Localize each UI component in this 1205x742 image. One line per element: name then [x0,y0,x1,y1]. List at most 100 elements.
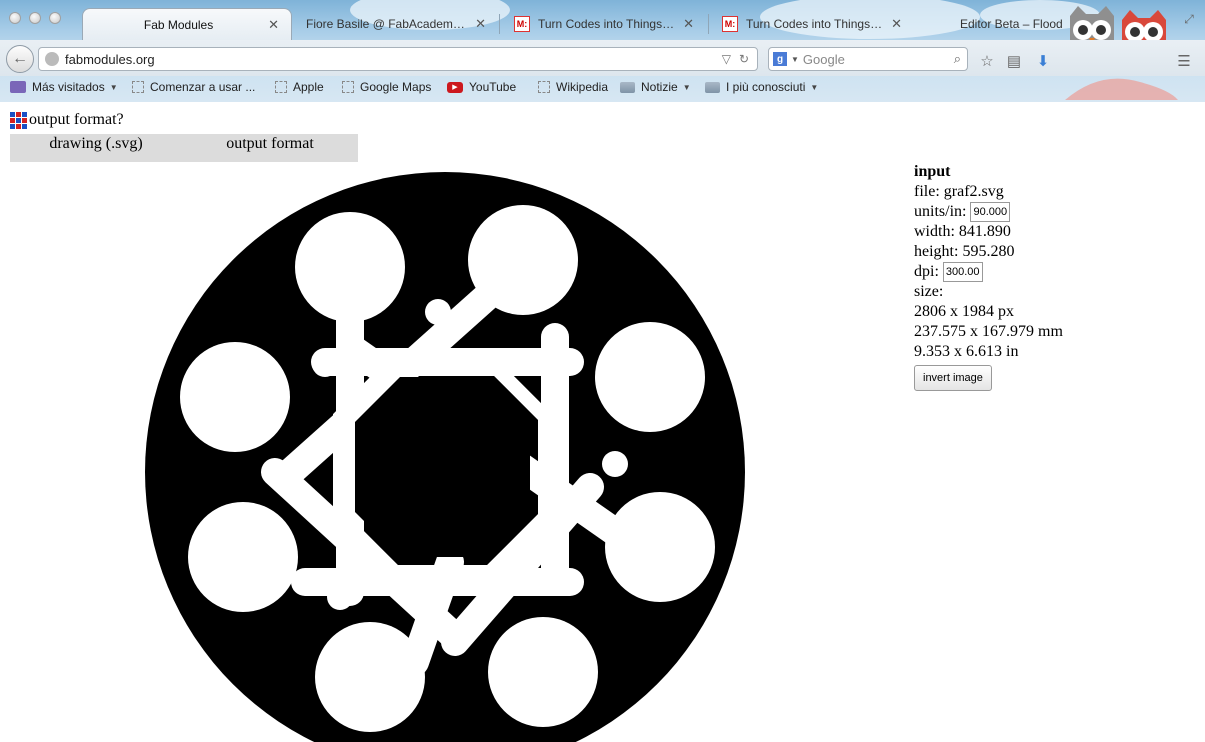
tab-editor-beta[interactable]: Editor Beta – Flood [948,8,1078,40]
chevron-down-icon: ▼ [810,82,819,92]
search-bar[interactable]: g ▼ Google ⌕ [768,47,968,71]
logo-square [16,123,21,129]
tab-label: Editor Beta – Flood [960,17,1063,31]
logo-square [22,111,27,117]
back-button[interactable]: ← [6,45,34,73]
page-content: output format? drawing (.svg) output for… [0,102,1205,742]
bookmark-label: Google Maps [360,80,432,94]
dpi-input[interactable] [942,262,983,282]
chevron-down-icon: ▼ [109,82,118,92]
bookmarks-list-icon[interactable]: ▤ [1005,52,1023,70]
page-header-text: output format? [29,111,124,128]
favicon-icon: M: [722,16,738,32]
close-icon[interactable]: ✕ [891,16,902,32]
size-px: 2806 x 1984 px [914,303,1014,320]
bookmarks-bar: Más visitados ▼ Comenzar a usar ... Appl… [0,76,1205,100]
dpi-label: dpi: [914,263,939,280]
tab-label: Fiore Basile @ FabAcademy 2... [306,17,470,31]
bookmark-star-icon[interactable]: ☆ [978,52,996,70]
tab-fiore-basile[interactable]: Fiore Basile @ FabAcademy 2... ✕ [294,8,498,40]
url-bar[interactable]: fabmodules.org ▽ ↻ [38,47,758,71]
reload-icon[interactable]: ↻ [739,52,749,66]
page-header: output format? [10,111,124,129]
page-icon [275,81,287,93]
tab-separator [499,14,500,34]
bookmark-label: Wikipedia [556,80,609,94]
folder-icon [620,81,635,93]
favicon-icon: M: [514,16,530,32]
output-format-menu[interactable]: output format [186,135,354,153]
navigation-bar: ← fabmodules.org ▽ ↻ g ▼ Google ⌕ ☆ ▤ ⬇ … [0,40,1205,76]
browser-chrome: Fab Modules ✕ Fiore Basile @ FabAcademy … [0,0,1205,102]
bookmark-google-maps[interactable]: Google Maps [342,80,431,94]
bookmark-piu-conosciuti[interactable]: I più conosciuti ▼ [705,80,818,94]
units-input[interactable] [970,202,1011,222]
tab-label: Turn Codes into Things: k... [538,17,678,31]
bookmark-label: Notizie [641,80,678,94]
dropdown-arrow-icon[interactable]: ▽ [722,52,731,66]
logo-square [22,117,27,123]
back-arrow-icon: ← [12,50,28,67]
logo-square [22,123,27,129]
close-icon[interactable]: ✕ [683,16,694,32]
bookmark-label: YouTube [469,80,517,94]
page-icon [132,81,144,93]
bookmark-comenzar[interactable]: Comenzar a usar ... [132,80,255,94]
youtube-icon: ▶ [447,81,463,93]
bookmark-mas-visitados[interactable]: Más visitados ▼ [10,80,118,94]
bookmark-apple[interactable]: Apple [275,80,324,94]
search-engine-dropdown-icon[interactable]: ▼ [791,55,799,64]
window-zoom-button[interactable] [49,12,61,24]
tab-label: Turn Codes into Things: k... [746,17,886,31]
window-minimize-button[interactable] [29,12,41,24]
chevron-down-icon: ▼ [682,82,691,92]
menu-icon[interactable]: ☰ [1175,52,1193,70]
fullscreen-icon[interactable]: ⤢ [1180,10,1198,28]
input-image-preview [145,172,745,742]
fab-modules-logo-icon [10,111,27,129]
bookmark-label: I più conosciuti [726,80,806,94]
downloads-icon[interactable]: ⬇ [1034,52,1052,70]
most-visited-icon [10,81,26,93]
height-value: height: 595.280 [914,243,1015,260]
page-icon [538,81,550,93]
file-name: file: graf2.svg [914,183,1004,200]
logo-square [10,111,15,117]
bookmark-label: Más visitados [32,80,105,94]
globe-icon [45,52,59,66]
tab-turn-codes-2[interactable]: M: Turn Codes into Things: k... ✕ [710,8,914,40]
logo-square [16,111,21,117]
units-row: units/in: [914,202,1063,222]
size-label: size: [914,283,944,300]
bookmark-notizie[interactable]: Notizie ▼ [620,80,691,94]
bookmark-youtube[interactable]: ▶ YouTube [447,80,516,94]
folder-icon [705,81,720,93]
invert-image-button[interactable]: invert image [914,365,992,391]
logo-square [16,117,21,123]
input-format-menu[interactable]: drawing (.svg) [10,135,182,153]
tab-label: Fab Modules [143,17,214,32]
page-icon [342,81,354,93]
bookmark-wikipedia[interactable]: Wikipedia [538,80,608,94]
tab-turn-codes-1[interactable]: M: Turn Codes into Things: k... ✕ [502,8,706,40]
google-logo-icon: g [773,52,787,66]
bookmark-label: Comenzar a usar ... [150,80,256,94]
logo-square [10,123,15,129]
bookmark-label: Apple [293,80,324,94]
close-icon[interactable]: ✕ [475,16,486,32]
tab-separator [708,14,709,34]
units-label: units/in: [914,203,967,220]
input-panel: input file: graf2.svg units/in: width: 8… [914,162,1063,391]
dpi-row: dpi: [914,262,1063,282]
close-icon[interactable]: ✕ [268,17,279,33]
window-close-button[interactable] [9,12,21,24]
module-menu: drawing (.svg) output format [10,134,358,162]
tab-fab-modules[interactable]: Fab Modules ✕ [82,8,292,40]
size-in: 9.353 x 6.613 in [914,343,1019,360]
url-text: fabmodules.org [65,51,155,67]
logo-square [10,117,15,123]
panel-heading: input [914,163,951,180]
search-icon[interactable]: ⌕ [954,51,961,67]
circuit-drawing [145,172,745,742]
width-value: width: 841.890 [914,223,1011,240]
